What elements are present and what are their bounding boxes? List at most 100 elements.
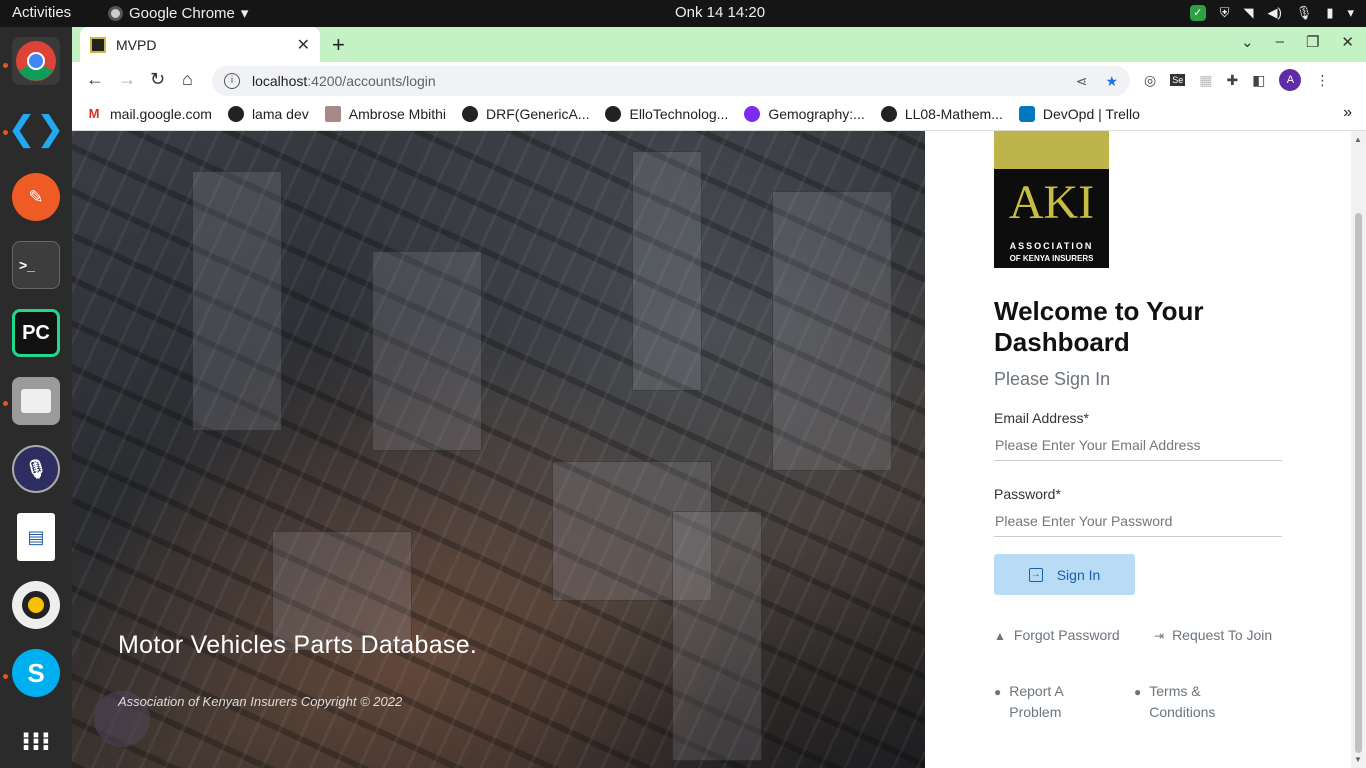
terminal-icon[interactable]: >_ — [12, 241, 60, 289]
email-label: Email Address* — [994, 410, 1089, 426]
home-icon[interactable]: ⌂ — [182, 69, 193, 90]
github-icon — [227, 106, 244, 122]
writer-icon[interactable]: ▤ — [17, 513, 55, 561]
forgot-password-link[interactable]: ▲ Forgot Password — [994, 625, 1120, 647]
aki-logo: AKI ASSOCIATION OF KENYA INSURERS — [994, 131, 1109, 268]
shield-icon[interactable]: ⛨ — [1220, 5, 1230, 21]
close-tab-icon[interactable]: ✕ — [297, 35, 310, 55]
forgot-password-label: Forgot Password — [1013, 627, 1120, 643]
login-icon: → — [1028, 567, 1043, 582]
page-title: Welcome to Your Dashboard — [994, 296, 1204, 357]
back-icon[interactable]: ← — [86, 69, 104, 90]
close-window-icon[interactable]: ✕ — [1341, 33, 1354, 51]
forward-icon[interactable]: → — [118, 69, 136, 90]
vscode-icon[interactable]: ❮❯ — [8, 105, 65, 153]
building-shape — [772, 191, 892, 471]
postman-icon[interactable]: ✎ — [12, 173, 60, 221]
app-menu[interactable]: Google Chrome ▾ — [108, 4, 248, 22]
avatar-icon — [324, 106, 341, 122]
bookmark-item[interactable]: Ambrose Mbithi — [324, 106, 446, 122]
tab-search-icon[interactable]: ⌄ — [1241, 33, 1254, 51]
bookmark-label: LL08-Mathem... — [904, 106, 1003, 122]
hero-image: Motor Vehicles Parts Database. Associati… — [72, 131, 925, 768]
email-field[interactable] — [994, 429, 1282, 461]
system-tray[interactable]: ✓ ⛨ ◥ ◀) 🎙︎ ▮ ▾ — [1189, 5, 1354, 21]
password-field[interactable] — [994, 505, 1282, 537]
activities-button[interactable]: Activities — [12, 4, 71, 21]
extension-1-icon[interactable]: ◎ — [1144, 72, 1156, 89]
app-grid-icon[interactable]: ⁝⁝⁝ — [12, 717, 60, 765]
password-label: Password* — [994, 486, 1061, 502]
report-problem-link[interactable]: ● Report A Problem — [994, 681, 1094, 723]
report-problem-label: Report A Problem — [1009, 683, 1063, 720]
terms-label: Terms & Conditions — [1149, 683, 1216, 720]
files-icon[interactable] — [12, 377, 60, 425]
bookmarks-bar: Mmail.google.com lama dev Ambrose Mbithi… — [72, 98, 1366, 131]
rhythmbox-icon[interactable] — [12, 581, 60, 629]
logo-gold-band — [994, 131, 1109, 169]
profile-avatar[interactable]: A — [1279, 69, 1302, 91]
skype-icon[interactable]: S — [12, 649, 60, 697]
tab-favicon — [90, 36, 106, 53]
bookmark-item[interactable]: lama dev — [227, 106, 309, 122]
check-icon[interactable]: ✓ — [1189, 5, 1206, 21]
login-panel: AKI ASSOCIATION OF KENYA INSURERS Welcom… — [925, 131, 1351, 768]
chrome-icon[interactable] — [12, 37, 60, 85]
site-info-icon[interactable]: i — [224, 73, 240, 89]
extensions-puzzle-icon[interactable]: ✚ — [1226, 72, 1238, 89]
building-shape — [632, 151, 702, 391]
bookmark-item[interactable]: LL08-Mathem... — [880, 106, 1003, 122]
github-icon — [605, 106, 622, 122]
tab-mvpd[interactable]: MVPD ✕ — [80, 27, 320, 62]
browser-toolbar: ← → ↻ ⌂ i localhost:4200/accounts/login … — [72, 62, 1366, 98]
bookmark-item[interactable]: DRF(GenericA... — [462, 106, 589, 122]
more-bookmarks-icon[interactable]: » — [1343, 104, 1352, 122]
copyright-text: Association of Kenyan Insurers Copyright… — [118, 694, 403, 709]
scroll-up-icon[interactable]: ▲ — [1354, 135, 1362, 144]
selenium-extension-icon[interactable]: Se — [1170, 74, 1186, 86]
browser-menu-icon[interactable]: ⋮ — [1315, 72, 1329, 89]
browser-window: MVPD ✕ + ⌄ – ❐ ✕ ← → ↻ ⌂ i localhost:420… — [72, 27, 1366, 768]
warning-icon: ▲ — [994, 629, 1006, 643]
maximize-icon[interactable]: ❐ — [1306, 33, 1319, 51]
bookmark-star-icon[interactable]: ★ — [1105, 73, 1118, 90]
request-to-join-link[interactable]: ⇥ Request To Join — [1154, 625, 1272, 647]
new-tab-button[interactable]: + — [332, 32, 345, 58]
bookmark-item[interactable]: Gemography:... — [744, 106, 865, 122]
logo-subtext-2: OF KENYA INSURERS — [1009, 254, 1094, 263]
running-indicator — [3, 674, 8, 679]
scroll-down-icon[interactable]: ▼ — [1354, 755, 1362, 764]
side-panel-icon[interactable]: ◧ — [1252, 72, 1265, 89]
bookmark-item[interactable]: DevOpd | Trello — [1018, 106, 1140, 122]
extension-3-icon[interactable]: ▦ — [1199, 72, 1212, 89]
bookmark-item[interactable]: ElloTechnolog... — [605, 106, 728, 122]
dock: ❮❯ ✎ >_ PC 🎙︎ ▤ S ⁝⁝⁝ — [0, 27, 72, 768]
recorder-icon[interactable]: 🎙︎ — [12, 445, 60, 493]
volume-icon: ◀) — [1267, 5, 1282, 20]
system-top-bar: Activities Google Chrome ▾ Onk 14 14:20 ✓… — [0, 0, 1366, 27]
address-bar[interactable]: i localhost:4200/accounts/login ⋖ ★ — [212, 66, 1130, 96]
minimize-icon[interactable]: – — [1276, 33, 1284, 51]
clock[interactable]: Onk 14 14:20 — [675, 4, 765, 21]
terms-link[interactable]: ● Terms & Conditions — [1134, 681, 1234, 723]
info-circle-icon: ● — [994, 685, 1002, 699]
power-menu-icon: ▾ — [1347, 5, 1354, 20]
gmail-icon: M — [86, 106, 102, 122]
github-icon — [880, 106, 897, 122]
pycharm-icon[interactable]: PC — [12, 309, 60, 357]
caret-down-icon: ▾ — [240, 5, 249, 22]
reload-icon[interactable]: ↻ — [150, 69, 165, 90]
battery-icon: ▮ — [1326, 5, 1334, 20]
gemography-icon — [744, 106, 761, 122]
scrollbar-thumb[interactable] — [1355, 213, 1362, 753]
page-scrollbar[interactable]: ▲ ▼ — [1351, 131, 1366, 768]
omnibox-actions: ⋖ ★ — [1076, 73, 1118, 90]
url-path: :4200/accounts/login — [307, 73, 436, 89]
bookmark-label: DevOpd | Trello — [1042, 106, 1140, 122]
info-circle-icon: ● — [1134, 685, 1142, 699]
share-icon[interactable]: ⋖ — [1076, 73, 1088, 90]
bookmark-item[interactable]: Mmail.google.com — [86, 106, 212, 122]
sign-in-button[interactable]: → Sign In — [994, 554, 1135, 595]
trello-icon — [1018, 106, 1035, 122]
extensions-area: ◎ Se ▦ ✚ ◧ A ⋮ — [1144, 69, 1329, 91]
